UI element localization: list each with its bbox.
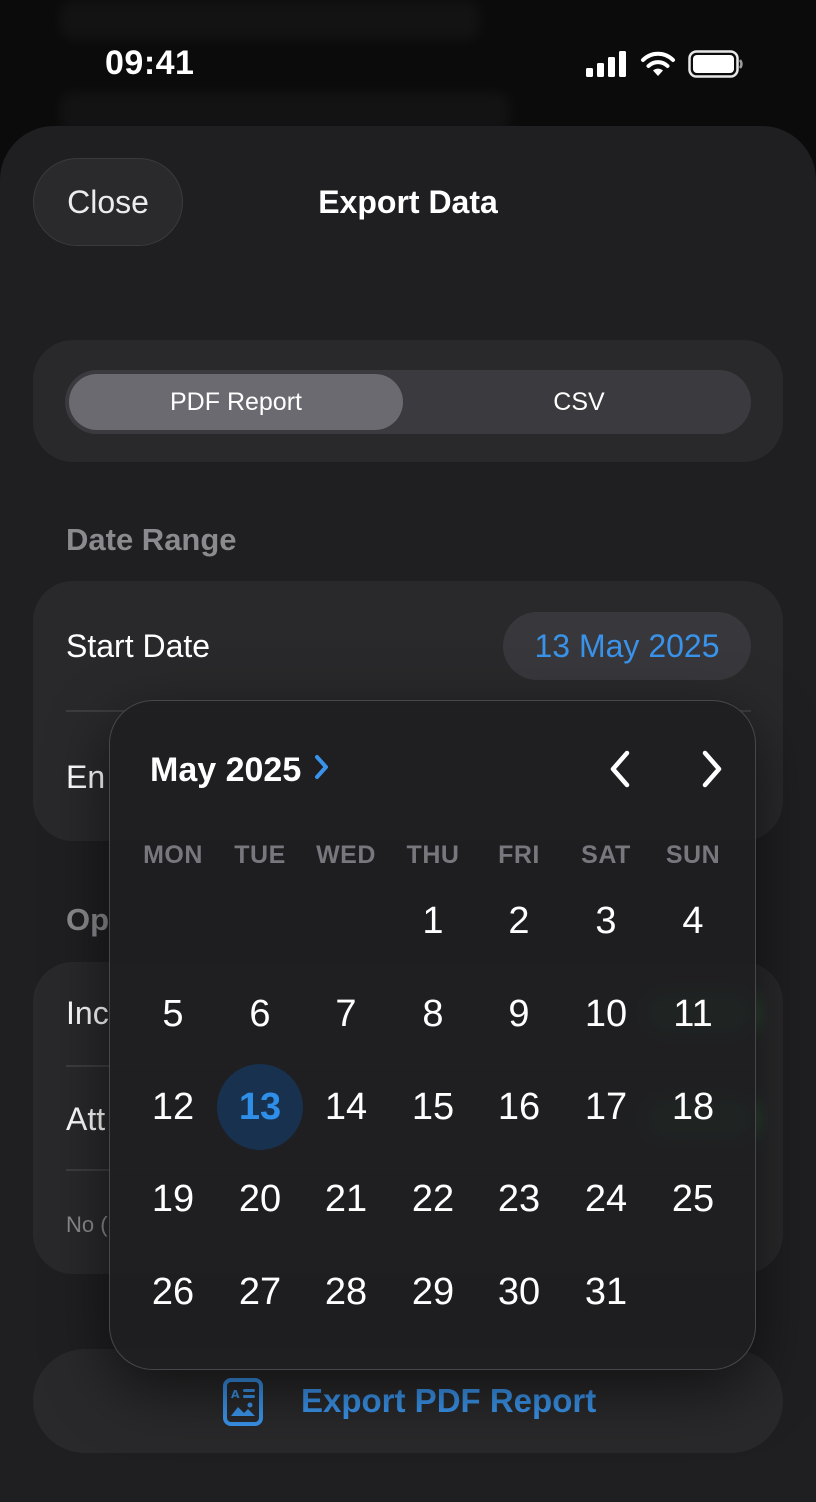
calendar-day[interactable]: 22 [390,1156,476,1242]
status-time: 09:41 [105,44,195,82]
weekday-label: SAT [581,841,631,869]
start-date-button[interactable]: 13 May 2025 [503,612,751,680]
calendar-day[interactable]: 26 [130,1249,216,1335]
svg-text:A: A [231,1388,240,1401]
status-icons [586,50,744,83]
chevron-right-icon [699,749,725,794]
weekday-label: SUN [665,841,721,869]
segment-pdf-report[interactable]: PDF Report [69,374,403,430]
calendar-day[interactable]: 18 [650,1064,736,1150]
status-bar: 09:41 [0,0,816,126]
previous-month-button[interactable] [598,749,642,793]
include-option-label: Inc [66,995,109,1031]
start-date-label: Start Date [66,628,211,664]
next-month-button[interactable] [690,749,734,793]
calendar-day[interactable]: 4 [650,878,736,964]
export-data-screen: 09:41 Close Export Data PDF Report CSV D… [0,0,816,1502]
weekday-label: MON [143,841,203,869]
pdf-document-icon: A [222,1377,264,1432]
calendar-day[interactable]: 10 [563,971,649,1057]
calendar-day[interactable]: 3 [563,878,649,964]
calendar-day-selected[interactable]: 13 [217,1064,303,1150]
weekday-label: THU [406,841,460,869]
calendar-day[interactable]: 24 [563,1156,649,1242]
calendar-day[interactable]: 21 [303,1156,389,1242]
wifi-icon [640,50,676,83]
calendar-day[interactable]: 19 [130,1156,216,1242]
weekday-label: FRI [498,841,540,869]
month-year-label: May 2025 [150,751,302,789]
attach-option-label: Att [66,1101,106,1137]
date-range-header: Date Range [66,522,237,557]
calendar-day[interactable]: 5 [130,971,216,1057]
calendar-day[interactable]: 12 [130,1064,216,1150]
options-header: Op [66,902,110,937]
calendar-day[interactable]: 16 [476,1064,562,1150]
segment-csv[interactable]: CSV [410,374,748,430]
chevron-left-icon [607,749,633,794]
calendar-day[interactable]: 28 [303,1249,389,1335]
chevron-right-icon [313,751,331,790]
calendar-day[interactable]: 6 [217,971,303,1057]
cellular-signal-icon [586,51,628,82]
battery-icon [688,50,744,83]
calendar-day[interactable]: 27 [217,1249,303,1335]
calendar-day[interactable]: 14 [303,1064,389,1150]
calendar-day[interactable]: 2 [476,878,562,964]
calendar-day[interactable]: 17 [563,1064,649,1150]
month-year-selector[interactable]: May 2025 [150,751,331,790]
weekday-label: TUE [234,841,286,869]
calendar-day[interactable]: 11 [650,971,736,1057]
end-date-label[interactable]: En [66,759,105,796]
calendar-day[interactable]: 31 [563,1249,649,1335]
calendar-day[interactable]: 1 [390,878,476,964]
calendar-day[interactable]: 7 [303,971,389,1057]
date-picker-popover: May 2025 MON TUE WED THU FRI SAT SUN 1 2… [109,700,756,1370]
calendar-day[interactable]: 29 [390,1249,476,1335]
calendar-day[interactable]: 25 [650,1156,736,1242]
sheet-title: Export Data [318,184,498,220]
export-pdf-label[interactable]: Export PDF Report [301,1382,596,1420]
calendar-day[interactable]: 8 [390,971,476,1057]
calendar-day[interactable]: 15 [390,1064,476,1150]
calendar-day[interactable]: 20 [217,1156,303,1242]
calendar-day[interactable]: 23 [476,1156,562,1242]
options-footnote: No ( [66,1212,108,1237]
weekday-label: WED [316,841,376,869]
calendar-day[interactable]: 30 [476,1249,562,1335]
calendar-day[interactable]: 9 [476,971,562,1057]
